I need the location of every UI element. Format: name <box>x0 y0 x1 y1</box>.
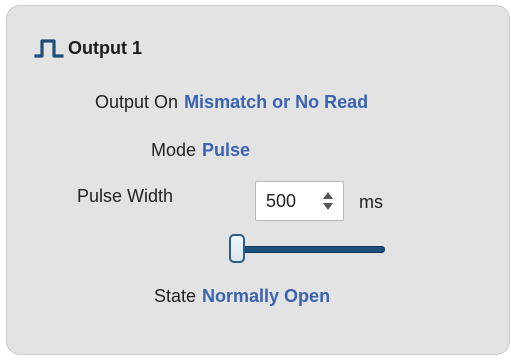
pulse-width-slider[interactable] <box>229 234 385 264</box>
mode-row: Mode Pulse <box>151 140 250 161</box>
decrement-arrow-icon[interactable] <box>323 203 333 210</box>
pulse-width-stepper[interactable]: 500 <box>255 181 344 221</box>
increment-arrow-icon[interactable] <box>323 192 333 199</box>
output-on-value[interactable]: Mismatch or No Read <box>184 92 368 113</box>
stepper-arrows <box>317 186 339 216</box>
output-settings-panel: Output 1 Output On Mismatch or No Read M… <box>6 5 510 355</box>
pulse-width-unit: ms <box>359 192 383 212</box>
state-row: State Normally Open <box>154 286 330 307</box>
slider-thumb[interactable] <box>229 234 245 263</box>
mode-label: Mode <box>151 140 197 160</box>
output-on-label: Output On <box>95 92 179 112</box>
pulse-width-label: Pulse Width <box>77 186 174 206</box>
pulse-width-input[interactable]: 500 <box>256 191 317 212</box>
pulse-width-row: Pulse Width <box>77 186 173 207</box>
slider-track[interactable] <box>231 246 385 253</box>
state-value[interactable]: Normally Open <box>202 286 330 307</box>
state-label: State <box>154 286 197 306</box>
output-on-row: Output On Mismatch or No Read <box>95 92 368 113</box>
pulse-waveform-icon <box>34 37 68 59</box>
panel-header: Output 1 <box>34 36 142 60</box>
panel-title: Output 1 <box>68 37 142 58</box>
mode-value[interactable]: Pulse <box>202 140 250 161</box>
